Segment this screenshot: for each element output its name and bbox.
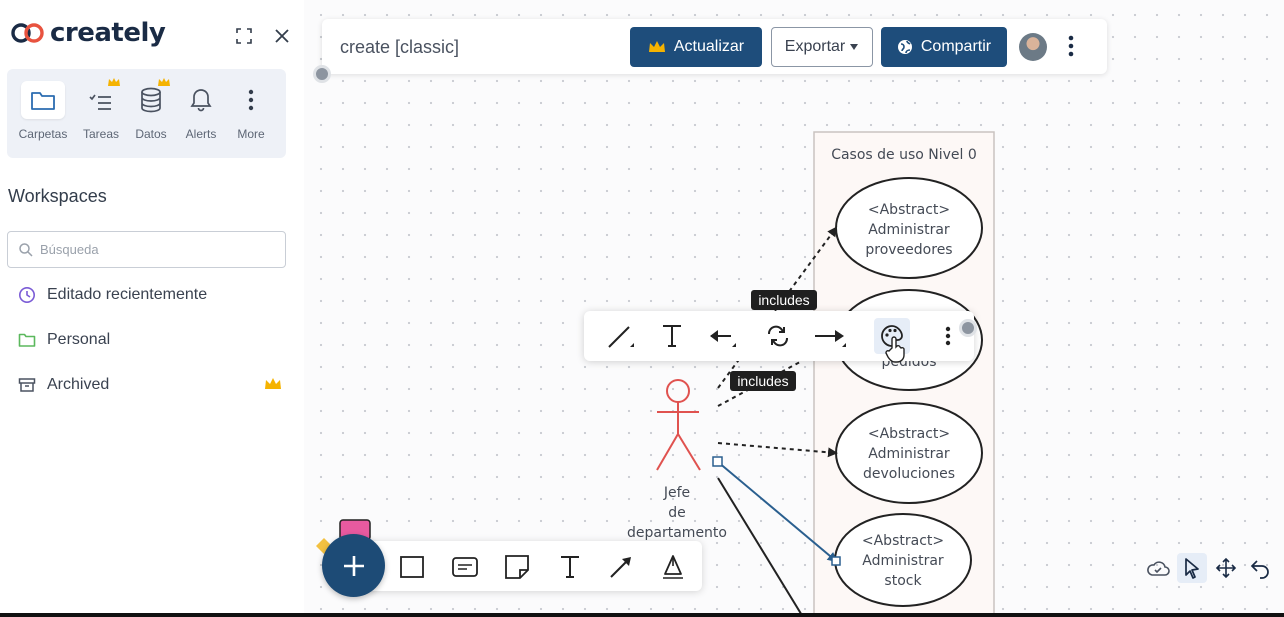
include-label-text: includes xyxy=(758,292,809,308)
select-cursor-icon[interactable] xyxy=(1177,553,1207,583)
include-label-text: includes xyxy=(737,373,788,389)
crown-icon xyxy=(648,41,665,52)
hand-cursor-icon xyxy=(885,336,905,363)
document-toolbar: create [classic] Actualizar Exportar Com… xyxy=(322,19,1107,74)
include-label[interactable]: includes xyxy=(730,371,796,391)
diagram-layer: Casos de uso Nivel 0 <Abstract> Administ… xyxy=(316,131,995,617)
more-vertical-icon[interactable] xyxy=(1067,34,1075,63)
use-case-label: proveedores xyxy=(865,242,952,258)
canvas-navigation-tools xyxy=(1143,553,1275,583)
use-case-label: stock xyxy=(884,573,922,589)
include-label[interactable]: includes xyxy=(751,290,817,310)
actor-label: Jefe xyxy=(663,485,690,501)
shape-toolbar xyxy=(366,541,702,591)
share-label: Compartir xyxy=(920,38,992,55)
use-case-proveedores[interactable]: <Abstract> Administrar proveedores xyxy=(835,177,983,279)
undo-icon[interactable] xyxy=(1245,553,1275,583)
connector-context-toolbar xyxy=(584,311,974,361)
globe-icon xyxy=(897,40,912,54)
export-button[interactable]: Exportar xyxy=(771,27,873,67)
text-icon[interactable] xyxy=(654,318,690,354)
swap-direction-icon[interactable] xyxy=(760,318,796,354)
add-shape-button[interactable] xyxy=(322,534,385,597)
text-icon[interactable] xyxy=(553,550,587,584)
sticky-note-icon[interactable] xyxy=(500,550,534,584)
use-case-label: Administrar xyxy=(868,222,950,238)
actor-label: de xyxy=(668,505,686,521)
avatar[interactable] xyxy=(1019,33,1047,61)
actor-label: departamento xyxy=(627,525,727,541)
document-title[interactable]: create [classic] xyxy=(340,37,459,58)
connector-handle-start[interactable] xyxy=(712,456,723,467)
plus-icon xyxy=(343,555,364,576)
connector-arrow-icon[interactable] xyxy=(604,550,638,584)
actor-jefe-departamento[interactable]: Jefe de departamento xyxy=(627,379,727,541)
line-style-icon[interactable] xyxy=(602,318,638,354)
use-case-stereotype: <Abstract> xyxy=(868,426,950,442)
use-case-label: devoluciones xyxy=(863,466,955,482)
upgrade-label: Actualizar xyxy=(673,38,745,55)
use-case-stereotype: <Abstract> xyxy=(868,202,950,218)
share-button[interactable]: Compartir xyxy=(881,27,1007,67)
use-case-devoluciones[interactable]: <Abstract> Administrar devoluciones xyxy=(835,402,983,504)
pen-draw-icon[interactable] xyxy=(656,550,690,584)
arrow-end-icon[interactable] xyxy=(812,318,848,354)
rectangle-icon[interactable] xyxy=(395,550,429,584)
use-case-stereotype: <Abstract> xyxy=(862,533,944,549)
cloud-sync-icon[interactable] xyxy=(1143,553,1173,583)
collaborator-cursor-dot xyxy=(959,319,977,337)
use-case-label: Administrar xyxy=(862,553,944,569)
caret-down-icon xyxy=(850,44,859,50)
window-bottom-edge xyxy=(0,613,1284,617)
connector-handle-end[interactable] xyxy=(831,556,841,566)
card-icon[interactable] xyxy=(448,550,482,584)
boundary-title: Casos de uso Nivel 0 xyxy=(831,147,977,163)
use-case-label: Administrar xyxy=(868,446,950,462)
export-label: Exportar xyxy=(784,38,846,55)
pan-move-icon[interactable] xyxy=(1211,553,1241,583)
upgrade-button[interactable]: Actualizar xyxy=(630,27,762,67)
arrow-start-icon[interactable] xyxy=(704,318,740,354)
app-window: creately Carpetas Tareas Datos Alerts Mo… xyxy=(0,0,1284,617)
use-case-stock[interactable]: <Abstract> Administrar stock xyxy=(834,513,972,607)
collaborator-cursor-dot xyxy=(313,65,331,83)
